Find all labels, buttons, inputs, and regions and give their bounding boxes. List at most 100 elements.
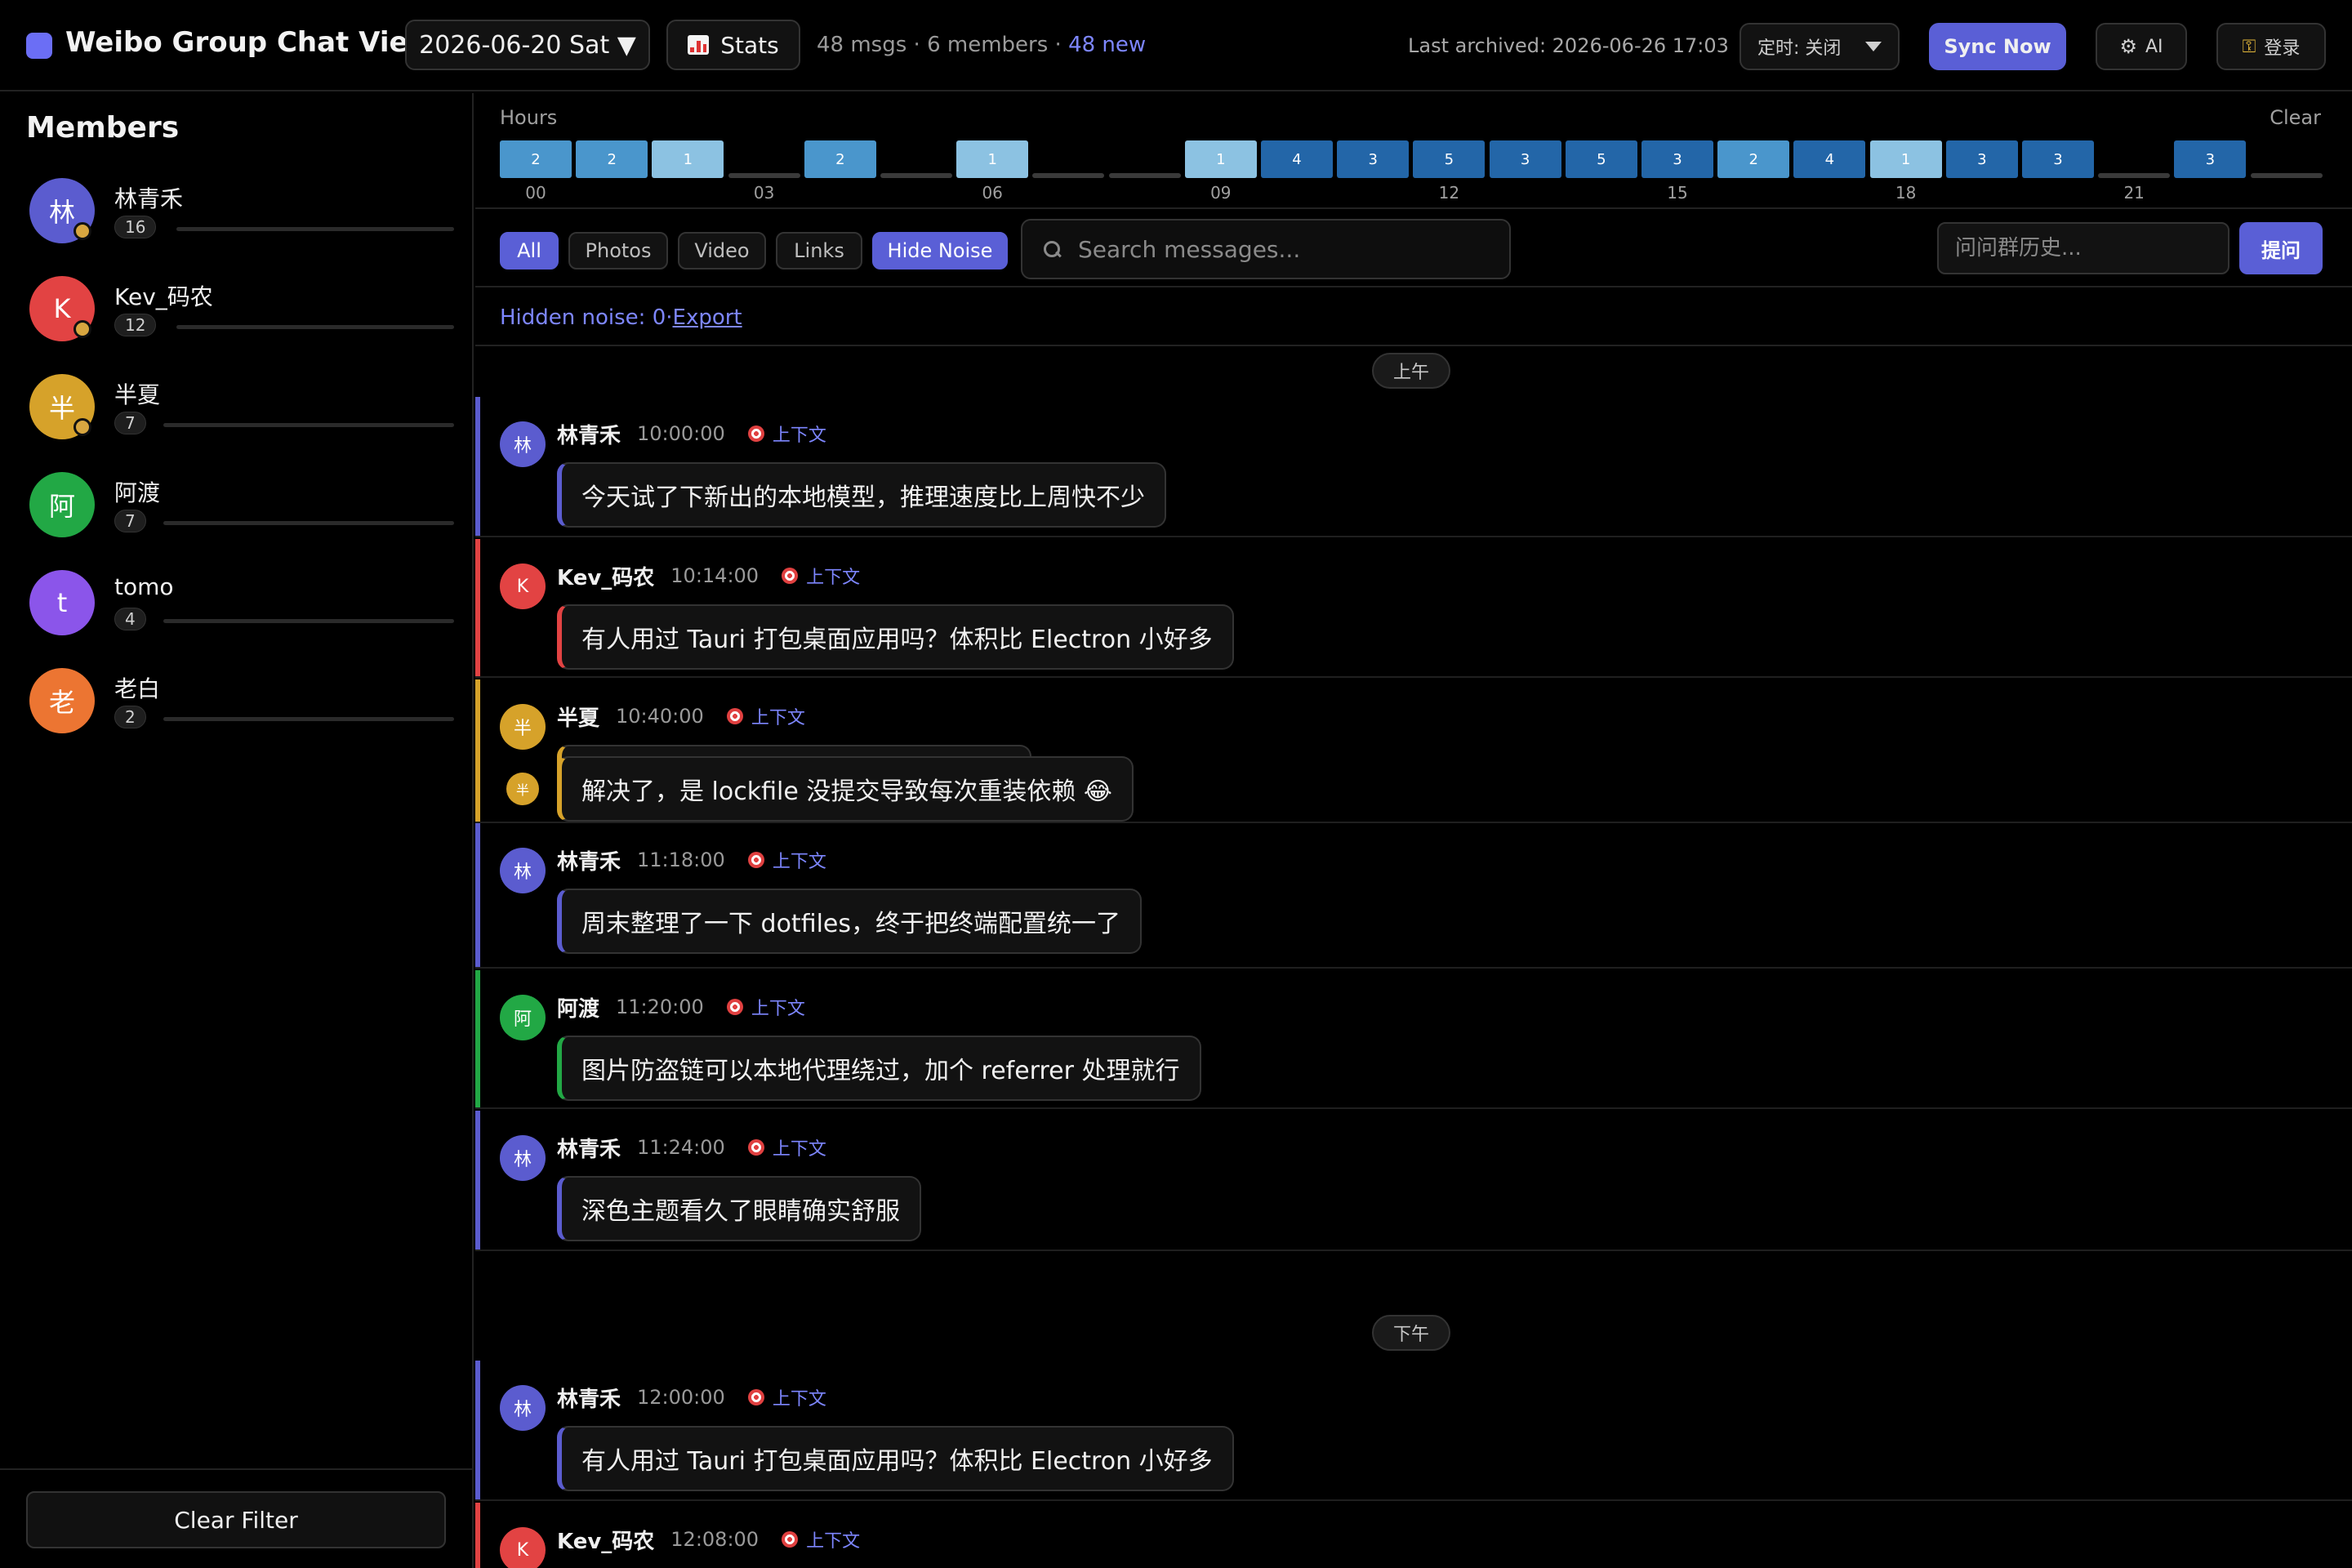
member-item[interactable]: 老 老白 2 xyxy=(29,668,454,737)
hour-cell[interactable] xyxy=(1108,173,1181,178)
message-author[interactable]: Kev_码农 xyxy=(557,1525,654,1555)
clear-filter-button[interactable]: Clear Filter xyxy=(26,1491,446,1548)
message-author[interactable]: 半夏 xyxy=(557,702,599,732)
hour-cell[interactable] xyxy=(880,173,952,178)
context-label: 上下文 xyxy=(772,425,826,446)
filter-chip-photos[interactable]: Photos xyxy=(568,232,668,270)
login-button[interactable]: ⚿ 登录 xyxy=(2216,23,2326,70)
context-link[interactable]: 上下文 xyxy=(747,421,826,447)
export-link[interactable]: Export xyxy=(673,305,742,330)
message-group: 阿 阿渡 11:20:00 上下文 图片防盗链可以本地代理绕过，加个 referrer … xyxy=(475,970,2352,1109)
stats-button[interactable]: Stats xyxy=(666,20,800,70)
filter-chip-hide-noise[interactable]: Hide Noise xyxy=(872,232,1008,270)
hour-cell[interactable]: 3 xyxy=(1337,140,1410,178)
member-item[interactable]: 林 林青禾 16 xyxy=(29,178,454,247)
message-avatar[interactable]: 林 xyxy=(500,1385,546,1431)
message-time: 11:24:00 xyxy=(637,1136,725,1159)
message-avatar[interactable]: 林 xyxy=(500,848,546,893)
filter-chip-video[interactable]: Video xyxy=(678,232,766,270)
avatar-initial: 阿 xyxy=(513,1009,532,1030)
message-avatar[interactable]: 阿 xyxy=(500,995,546,1040)
search-box[interactable] xyxy=(1021,219,1511,279)
member-initial: K xyxy=(53,293,71,324)
filter-chip-links[interactable]: Links xyxy=(776,232,862,270)
member-name: Kev_码农 xyxy=(114,283,213,310)
message-avatar[interactable]: 林 xyxy=(500,1135,546,1181)
hour-cell[interactable]: 2 xyxy=(576,140,648,178)
hour-cell[interactable]: 1 xyxy=(652,140,724,178)
hour-cell[interactable]: 5 xyxy=(1565,140,1637,178)
sync-now-button[interactable]: Sync Now xyxy=(1929,23,2066,70)
filter-chip-all[interactable]: All xyxy=(500,232,559,270)
ai-settings-button[interactable]: ⚙ AI xyxy=(2096,23,2187,70)
hour-cell[interactable]: 3 xyxy=(2174,140,2247,178)
hour-cell[interactable]: 1 xyxy=(956,140,1029,178)
schedule-label: 定时: 关闭 xyxy=(1757,38,1842,59)
message-author[interactable]: 阿渡 xyxy=(557,992,599,1022)
context-link[interactable]: 上下文 xyxy=(782,563,860,589)
sidebar-divider xyxy=(0,1468,472,1470)
time-divider-afternoon: 下午 xyxy=(1372,1315,1450,1351)
member-count-badge: 16 xyxy=(114,216,157,238)
message-avatar[interactable]: 半 xyxy=(506,773,539,805)
message-text: 今天试了下新出的本地模型，推理速度比上周快不少 xyxy=(581,483,1145,512)
message-avatar[interactable]: K xyxy=(500,1527,546,1568)
hour-cell[interactable] xyxy=(1032,173,1105,178)
ask-history-input[interactable] xyxy=(1937,222,2230,274)
hour-cell[interactable]: 3 xyxy=(1642,140,1713,178)
message-meta: 阿渡 11:20:00 上下文 xyxy=(557,992,805,1022)
hour-cell[interactable]: 3 xyxy=(1945,140,2018,178)
member-initial: 老 xyxy=(48,687,75,718)
author-accent-bar xyxy=(475,679,480,756)
message-author[interactable]: 林青禾 xyxy=(557,845,621,875)
hour-cell[interactable] xyxy=(728,173,800,178)
hour-cell[interactable]: 2 xyxy=(1717,140,1790,178)
hours-clear-button[interactable]: Clear xyxy=(2270,106,2321,129)
message-avatar[interactable]: 林 xyxy=(500,421,546,467)
member-item[interactable]: t tomo 4 xyxy=(29,570,454,639)
hour-tick-label: 03 xyxy=(753,183,775,203)
message-author[interactable]: 林青禾 xyxy=(557,1133,621,1163)
hour-cell[interactable]: 3 xyxy=(1489,140,1561,178)
message-time: 11:20:00 xyxy=(616,996,704,1018)
context-link[interactable]: 上下文 xyxy=(782,1526,860,1552)
hour-cell[interactable]: 4 xyxy=(1793,140,1866,178)
hour-cell[interactable]: 4 xyxy=(1261,140,1333,178)
message-avatar[interactable]: 半 xyxy=(500,704,546,750)
hour-cell[interactable]: 2 xyxy=(804,140,876,178)
message-author[interactable]: 林青禾 xyxy=(557,1383,621,1413)
member-avatar: 阿 xyxy=(29,472,95,537)
sync-label: Sync Now xyxy=(1944,35,2051,58)
hidden-noise-count: Hidden noise: 0· xyxy=(500,305,673,330)
avatar-initial: 半 xyxy=(515,782,529,798)
top-bar: Weibo Group Chat Viewer 2026-06-20 Sat ▼… xyxy=(0,0,2352,91)
hour-cell[interactable]: 1 xyxy=(1184,140,1257,178)
message-group: 半 解决了，是 lockfile 没提交导致每次重装依赖 😂 xyxy=(475,756,2352,823)
message-avatar[interactable]: K xyxy=(500,564,546,609)
date-picker-button[interactable]: 2026-06-20 Sat ▼ xyxy=(405,20,650,70)
schedule-select[interactable]: 定时: 关闭 xyxy=(1740,23,1900,70)
hour-cell[interactable]: 1 xyxy=(1869,140,1942,178)
key-icon: ⚿ xyxy=(2242,36,2256,57)
message-author[interactable]: Kev_码农 xyxy=(557,561,654,591)
member-item[interactable]: 半 半夏 7 xyxy=(29,374,454,443)
hour-cell[interactable]: 3 xyxy=(2022,140,2094,178)
member-name: 老白 xyxy=(114,675,161,702)
hour-cell[interactable] xyxy=(2250,173,2323,178)
message-author[interactable]: 林青禾 xyxy=(557,419,621,449)
hour-cell[interactable]: 5 xyxy=(1413,140,1486,178)
context-link[interactable]: 上下文 xyxy=(726,703,805,729)
ask-button[interactable]: 提问 xyxy=(2239,222,2323,274)
context-link[interactable]: 上下文 xyxy=(747,1384,826,1410)
context-link[interactable]: 上下文 xyxy=(747,1134,826,1160)
member-item[interactable]: K Kev_码农 12 xyxy=(29,276,454,345)
member-item[interactable]: 阿 阿渡 7 xyxy=(29,472,454,541)
member-avatar: 老 xyxy=(29,668,95,733)
message-bubble: 有人用过 Tauri 打包桌面应用吗？体积比 Electron 小好多 xyxy=(557,1426,1234,1491)
context-link[interactable]: 上下文 xyxy=(726,994,805,1020)
hour-cell[interactable]: 2 xyxy=(500,140,572,178)
search-input[interactable] xyxy=(1078,235,1503,263)
target-icon xyxy=(747,852,764,868)
context-link[interactable]: 上下文 xyxy=(747,847,826,873)
hour-cell[interactable] xyxy=(2098,173,2171,178)
